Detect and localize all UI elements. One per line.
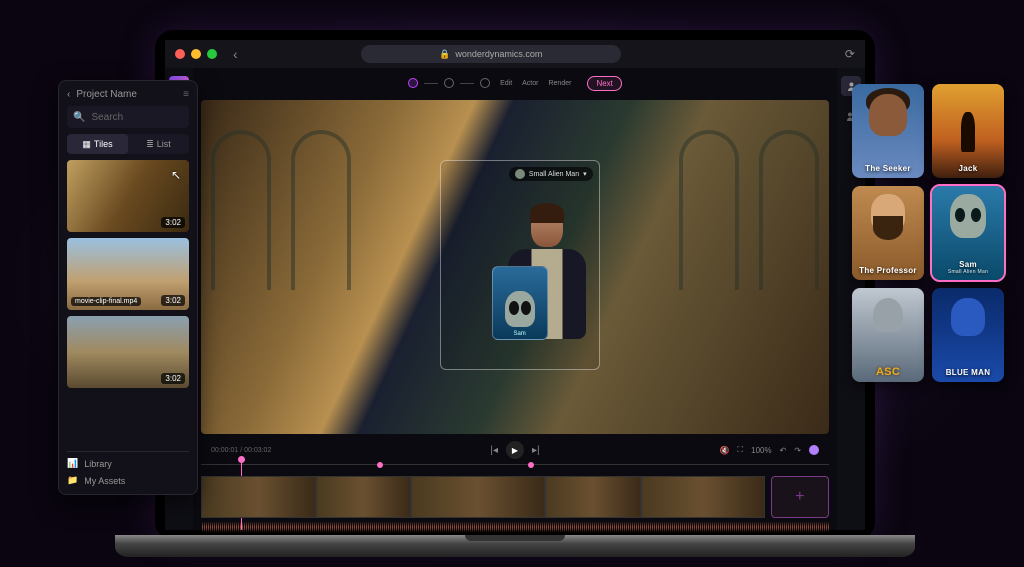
mute-button[interactable]: 🔇	[720, 446, 730, 455]
project-sidebar: ‹ Project Name ≡ 🔍 Search ▦ Tiles ≣ List…	[58, 80, 198, 495]
character-card-asc[interactable]: ASC	[852, 288, 924, 382]
redo-button[interactable]: ↷	[794, 446, 801, 455]
laptop-base	[115, 535, 915, 557]
sidebar-menu-button[interactable]: ≡	[183, 89, 189, 100]
character-name: The Seeker	[852, 164, 924, 173]
tab-list[interactable]: ≣ List	[128, 134, 189, 154]
pointer-cursor-icon: ↖	[171, 168, 181, 182]
playback-controls: 00:00:01 / 00:03:02 |◂ ▶ ▸| 🔇 ⛶ 100% ↶ ↷	[201, 440, 829, 460]
sidebar-my-assets-link[interactable]: 📁 My Assets	[67, 475, 189, 486]
browser-refresh-button[interactable]: ⟳	[845, 47, 855, 61]
timeline-clip[interactable]	[545, 476, 641, 518]
skip-forward-button[interactable]: ▸|	[532, 445, 540, 456]
timeline-audio-waveform	[201, 520, 829, 534]
minimize-window-button[interactable]	[191, 49, 201, 59]
timeline-clip[interactable]	[201, 476, 316, 518]
lock-icon: 🔒	[439, 49, 450, 60]
character-card-blueman[interactable]: BLUE MAN	[932, 288, 1004, 382]
character-grid: The Seeker Jack The Professor Sam Small …	[852, 84, 1004, 382]
media-item[interactable]: ↖ 3:02	[67, 160, 189, 232]
sidebar-title: Project Name	[76, 89, 137, 100]
character-avatar-icon	[515, 169, 525, 179]
workflow-steps: Edit Actor Render Next	[201, 72, 829, 94]
duration-badge: 3:02	[161, 373, 185, 384]
undo-button[interactable]: ↶	[780, 446, 787, 455]
character-card-jack[interactable]: Jack	[932, 84, 1004, 178]
library-icon: 📊	[67, 458, 78, 469]
browser-toolbar: ‹ 🔒 wonderdynamics.com ⟳	[165, 40, 865, 68]
browser-url-bar[interactable]: 🔒 wonderdynamics.com	[361, 45, 621, 63]
step-label-actor: Actor	[522, 80, 538, 87]
next-button[interactable]: Next	[587, 76, 621, 91]
filename-badge: movie-clip-final.mp4	[71, 297, 141, 306]
drop-card-label: Sam	[513, 331, 525, 337]
grid-icon: ▦	[82, 139, 91, 150]
search-input[interactable]: 🔍 Search	[67, 106, 189, 128]
chevron-down-icon: ▾	[583, 170, 587, 178]
zoom-display: 100%	[751, 446, 771, 455]
character-tag-label: Small Alien Man	[529, 171, 579, 178]
timeline-clip[interactable]	[316, 476, 412, 518]
character-name: BLUE MAN	[932, 368, 1004, 377]
timeline[interactable]: +	[201, 460, 829, 530]
list-icon: ≣	[146, 139, 154, 150]
step-label-edit: Edit	[500, 80, 512, 87]
character-card-professor[interactable]: The Professor	[852, 186, 924, 280]
timeline-add-clip[interactable]: +	[771, 476, 829, 518]
assigned-character-tag[interactable]: Small Alien Man ▾	[509, 167, 593, 181]
actor-selection-box[interactable]: Small Alien Man ▾ Sam	[440, 160, 600, 370]
character-name: The Professor	[852, 266, 924, 275]
media-item[interactable]: movie-clip-final.mp4 3:02	[67, 238, 189, 310]
search-icon: 🔍	[73, 112, 85, 123]
close-window-button[interactable]	[175, 49, 185, 59]
duration-badge: 3:02	[161, 217, 185, 228]
timecode-display: 00:00:01 / 00:03:02	[211, 447, 271, 454]
folder-icon: 📁	[67, 475, 78, 486]
character-card-seeker[interactable]: The Seeker	[852, 84, 924, 178]
fullscreen-button[interactable]: ⛶	[738, 445, 744, 455]
browser-back-button[interactable]: ‹	[227, 46, 244, 62]
step-label-render: Render	[548, 80, 571, 87]
character-name: Sam Small Alien Man	[932, 260, 1004, 275]
sidebar-library-link[interactable]: 📊 Library	[67, 458, 189, 469]
character-name: ASC	[852, 366, 924, 378]
browser-url-text: wonderdynamics.com	[455, 49, 542, 59]
skip-back-button[interactable]: |◂	[490, 445, 498, 456]
tab-tiles[interactable]: ▦ Tiles	[67, 134, 128, 154]
maximize-window-button[interactable]	[207, 49, 217, 59]
timeline-clip[interactable]	[411, 476, 544, 518]
media-item[interactable]: 3:02	[67, 316, 189, 388]
laptop-frame: ‹ 🔒 wonderdynamics.com ⟳ ✦	[155, 30, 875, 540]
timeline-clip[interactable]	[641, 476, 765, 518]
window-controls	[175, 49, 217, 59]
user-avatar-button[interactable]	[809, 445, 819, 455]
step-actor[interactable]	[444, 78, 454, 88]
step-render[interactable]	[480, 78, 490, 88]
duration-badge: 3:02	[161, 295, 185, 306]
character-name: Jack	[932, 164, 1004, 173]
video-viewport[interactable]: Small Alien Man ▾ Sam	[201, 100, 829, 434]
character-drop-preview[interactable]: Sam	[492, 266, 548, 340]
search-placeholder: Search	[91, 112, 123, 123]
character-card-sam[interactable]: Sam Small Alien Man	[932, 186, 1004, 280]
step-edit[interactable]	[408, 78, 418, 88]
sidebar-back-button[interactable]: ‹	[67, 89, 70, 100]
play-button[interactable]: ▶	[506, 441, 524, 459]
